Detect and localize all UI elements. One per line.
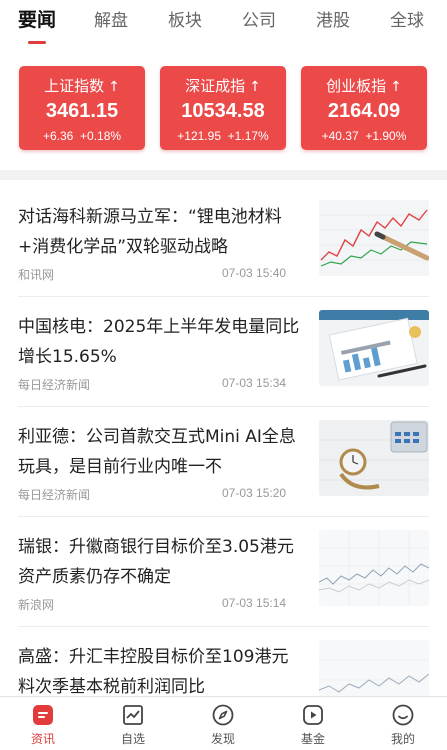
tab-global[interactable]: 全球 [390,6,424,31]
active-tab-indicator [28,41,46,44]
nav-label: 基金 [300,732,325,746]
smiley-icon [392,704,414,726]
chart-trend-icon [123,705,143,725]
compass-icon [212,704,234,726]
news-item[interactable]: 利亚德：公司首款交互式Mini AI全息玩具，是目前行业内唯一不 每日经济新闻 … [0,400,447,516]
news-time: 07-03 15:40 [222,266,287,280]
news-title: 利亚德：公司首款交互式Mini AI全息玩具，是目前行业内唯一不 [18,427,296,477]
news-item[interactable]: 中国核电：2025年上半年发电量同比增长15.65% 每日经济新闻 07-03 … [0,290,447,406]
news-time: 07-03 15:14 [222,596,287,610]
news-source: 新浪网 [18,598,55,612]
news-item[interactable]: 瑞银：升徽商银行目标价至3.05港元 资产质素仍存不确定 新浪网 07-03 1… [0,510,447,626]
nav-label: 我的 [390,732,415,746]
news-title: 高盛：升汇丰控股目标价至109港元 料次季基本税前利润同比 [18,647,289,697]
index-change: +40.37 [321,129,359,143]
bottom-navigation: 资讯 自选 发现 基金 我的 [0,696,447,750]
news-time: 07-03 15:20 [222,486,287,500]
news-thumbnail [319,310,429,386]
nav-label: 发现 [210,732,235,746]
nav-label: 自选 [120,732,145,746]
top-tab-bar: 要闻 解盘 板块 公司 港股 全球 [0,0,447,44]
index-name: 深证成指 [185,77,246,95]
index-value: 3461.15 [45,100,119,122]
nav-label: 资讯 [30,732,55,746]
news-source: 每日经济新闻 [18,378,91,392]
tab-companies[interactable]: 公司 [242,6,276,31]
tab-sectors[interactable]: 板块 [168,6,202,31]
index-percent: +1.17% [227,129,269,143]
arrow-up-icon: ↑ [390,79,402,95]
news-title: 瑞银：升徽商银行目标价至3.05港元 资产质素仍存不确定 [18,537,294,587]
news-icon [33,705,53,725]
nav-funds[interactable]: 基金 [283,697,343,750]
news-thumbnail [319,420,429,496]
nav-news[interactable]: 资讯 [13,697,73,750]
index-percent: +0.18% [80,129,122,143]
news-thumbnail [319,200,429,276]
index-card-chinext[interactable]: 创业板指 ↑ 2164.09 +40.37 +1.90% [301,66,427,150]
index-change: +121.95 [177,129,221,143]
news-item[interactable]: 对话海科新源马立军：“锂电池材料+消费化学品”双轮驱动战略 和讯网 07-03 … [0,180,447,296]
news-thumbnail [319,530,429,606]
index-name: 创业板指 [326,77,387,95]
news-time: 07-03 15:34 [222,376,287,390]
nav-watchlist[interactable]: 自选 [103,697,163,750]
index-value: 10534.58 [181,100,265,122]
section-separator [0,170,447,180]
arrow-up-icon: ↑ [249,79,261,95]
index-name: 上证指数 [44,77,105,95]
nav-discover[interactable]: 发现 [193,697,253,750]
tab-headlines[interactable]: 要闻 [18,5,56,32]
tab-market-analysis[interactable]: 解盘 [94,6,128,31]
index-card-shanghai[interactable]: 上证指数 ↑ 3461.15 +6.36 +0.18% [19,66,145,150]
nav-profile[interactable]: 我的 [373,697,433,750]
news-source: 和讯网 [18,268,55,282]
index-percent: +1.90% [365,129,407,143]
news-title: 中国核电：2025年上半年发电量同比增长15.65% [18,317,300,367]
index-card-shenzhen[interactable]: 深证成指 ↑ 10534.58 +121.95 +1.17% [160,66,286,150]
news-title: 对话海科新源马立军：“锂电池材料+消费化学品”双轮驱动战略 [18,207,282,257]
index-change: +6.36 [42,129,74,143]
play-circle-icon [303,705,323,725]
index-value: 2164.09 [327,100,401,122]
news-source: 每日经济新闻 [18,488,91,502]
index-cards: 上证指数 ↑ 3461.15 +6.36 +0.18% 深证成指 ↑ 10534.5… [0,66,447,156]
tab-hk-stocks[interactable]: 港股 [316,6,350,31]
arrow-up-icon: ↑ [108,79,120,95]
